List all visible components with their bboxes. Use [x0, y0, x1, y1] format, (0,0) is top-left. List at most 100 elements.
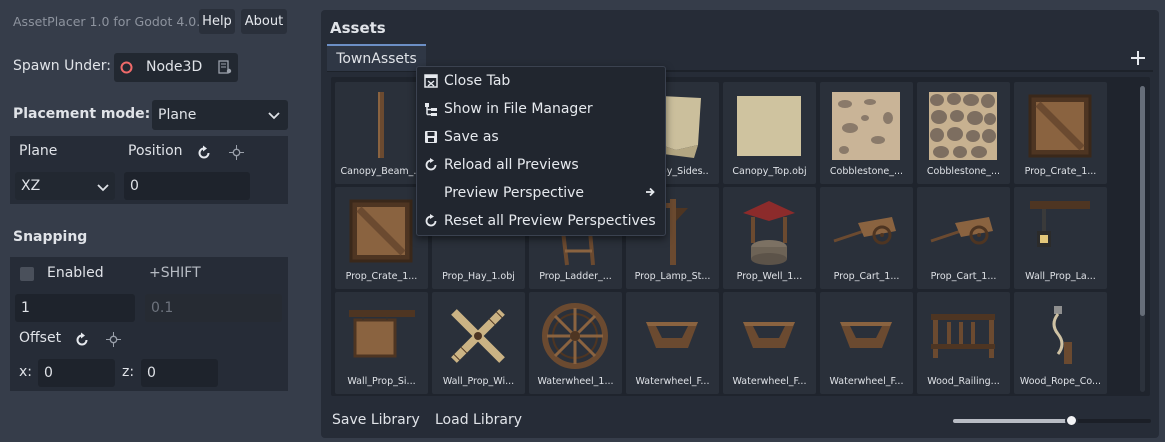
asset-caption: Waterwheel_1... [537, 376, 614, 387]
asset-caption: Prop_Cart_1... [833, 271, 900, 282]
add-tab-icon[interactable] [1130, 50, 1146, 70]
asset-tile[interactable]: Wood_Rope_Co... [1014, 292, 1107, 394]
spawn-node-picker[interactable]: Node3D [114, 53, 238, 82]
asset-tile[interactable]: Wall_Prop_Wi... [432, 292, 525, 394]
menu-item-label: Reload all Previews [444, 157, 579, 173]
asset-tile[interactable]: Waterwheel_F... [626, 292, 719, 394]
menu-item[interactable]: Save as [417, 123, 665, 151]
file-manager-icon [418, 102, 444, 116]
reset-position-icon[interactable] [196, 145, 212, 165]
asset-thumbnail [1024, 195, 1097, 267]
placement-mode-label: Placement mode: [13, 106, 151, 122]
shift-label: +SHIFT [149, 265, 201, 281]
asset-caption: Prop_Cart_1... [930, 271, 997, 282]
asset-tile[interactable]: Cobblestone_... [917, 82, 1010, 184]
scrollbar-thumb[interactable] [1140, 86, 1145, 316]
offset-z-input[interactable]: 0 [141, 359, 218, 387]
snapping-enabled-checkbox[interactable] [20, 267, 34, 281]
asset-caption: Prop_Well_1... [736, 271, 803, 282]
tab-context-menu: Close Tab Show in File Manager Save as Relo… [416, 66, 666, 236]
asset-thumbnail [1024, 300, 1097, 372]
snapping-enabled-label: Enabled [47, 265, 104, 281]
menu-item[interactable]: Reset all Preview Perspectives [417, 207, 665, 235]
asset-thumbnail [442, 300, 515, 372]
asset-tile[interactable]: Canopy_Top.obj [723, 82, 816, 184]
node-select-icon[interactable] [218, 60, 232, 78]
asset-caption: Waterwheel_F... [732, 376, 807, 387]
offset-z-label: z: [122, 364, 135, 380]
asset-tile[interactable]: Prop_Well_1... [723, 187, 816, 289]
asset-tile[interactable]: Waterwheel_F... [723, 292, 816, 394]
asset-thumbnail [927, 195, 1000, 267]
asset-thumbnail [830, 300, 903, 372]
slider-fill [953, 419, 1072, 423]
thumbnail-size-slider[interactable] [953, 414, 1151, 427]
asset-thumbnail [733, 195, 806, 267]
spawn-under-label: Spawn Under: [13, 58, 111, 74]
reset-offset-icon[interactable] [74, 332, 90, 352]
asset-tile[interactable]: Wood_Railing... [917, 292, 1010, 394]
asset-caption: Cobblestone_... [926, 166, 1001, 177]
pick-offset-icon[interactable] [106, 332, 121, 351]
shift-snap-step-input[interactable]: 0.1 [145, 294, 282, 322]
asset-thumbnail [636, 300, 709, 372]
snap-step-input[interactable]: 1 [15, 294, 135, 322]
tab-townassets[interactable]: TownAssets [327, 44, 426, 71]
asset-tile[interactable]: Canopy_Beam_... [335, 82, 428, 184]
asset-thumbnail [1024, 90, 1097, 162]
menu-item-label: Save as [444, 129, 499, 145]
menu-item[interactable]: Show in File Manager [417, 95, 665, 123]
asset-caption: Prop_Crate_1... [1024, 166, 1097, 177]
asset-thumbnail [345, 300, 418, 372]
about-button[interactable]: About [241, 9, 287, 34]
placement-mode-value: Plane [158, 107, 197, 123]
slider-grabber[interactable] [1064, 414, 1078, 427]
reload-icon [418, 158, 444, 172]
asset-tile[interactable]: Prop_Cart_1... [820, 187, 913, 289]
save-icon [418, 130, 444, 144]
menu-item[interactable]: Reload all Previews [417, 151, 665, 179]
position-label: Position [128, 143, 183, 159]
asset-tile[interactable]: Cobblestone_... [820, 82, 913, 184]
save-library-button[interactable]: Save Library [332, 412, 420, 428]
offset-x-input[interactable]: 0 [38, 359, 115, 387]
chevron-down-icon [97, 181, 109, 197]
reload-icon [418, 214, 444, 228]
asset-thumbnail [733, 300, 806, 372]
placement-mode-select[interactable]: Plane [152, 100, 288, 130]
asset-caption: Wood_Railing... [927, 376, 1000, 387]
asset-caption: Prop_Lamp_St... [634, 271, 711, 282]
asset-caption: Wall_Prop_Wi... [442, 376, 515, 387]
menu-item[interactable]: Close Tab [417, 67, 665, 95]
asset-tile[interactable]: Prop_Cart_1... [917, 187, 1010, 289]
chevron-down-icon [268, 109, 280, 125]
position-input[interactable]: 0 [124, 172, 250, 200]
menu-item-label: Reset all Preview Perspectives [444, 213, 656, 229]
asset-thumbnail [733, 90, 806, 162]
asset-tile[interactable]: Waterwheel_F... [820, 292, 913, 394]
asset-thumbnail [345, 90, 418, 162]
asset-caption: Prop_Hay_1.obj [442, 271, 515, 282]
plane-label: Plane [19, 143, 58, 159]
asset-caption: Prop_Crate_1... [345, 271, 418, 282]
asset-thumbnail [830, 90, 903, 162]
asset-tile[interactable]: Prop_Crate_1... [1014, 82, 1107, 184]
asset-thumbnail [345, 195, 418, 267]
asset-caption: Wall_Prop_Si... [347, 376, 416, 387]
asset-tile[interactable]: Waterwheel_1... [529, 292, 622, 394]
asset-caption: Canopy_Top.obj [732, 166, 807, 177]
asset-tile[interactable]: Wall_Prop_La... [1014, 187, 1107, 289]
plane-axis-select[interactable]: XZ [15, 172, 115, 200]
submenu-arrow-icon [645, 185, 655, 201]
menu-item[interactable]: Preview Perspective [417, 179, 665, 207]
assets-title: Assets [330, 19, 386, 37]
load-library-button[interactable]: Load Library [435, 412, 522, 428]
asset-thumbnail [927, 300, 1000, 372]
help-button[interactable]: Help [199, 9, 235, 34]
asset-tile[interactable]: Wall_Prop_Si... [335, 292, 428, 394]
asset-thumbnail [539, 300, 612, 372]
asset-tile[interactable]: Prop_Crate_1... [335, 187, 428, 289]
asset-caption: Canopy_Beam_... [340, 166, 423, 177]
offset-label: Offset [19, 330, 62, 346]
pick-position-icon[interactable] [229, 145, 244, 164]
